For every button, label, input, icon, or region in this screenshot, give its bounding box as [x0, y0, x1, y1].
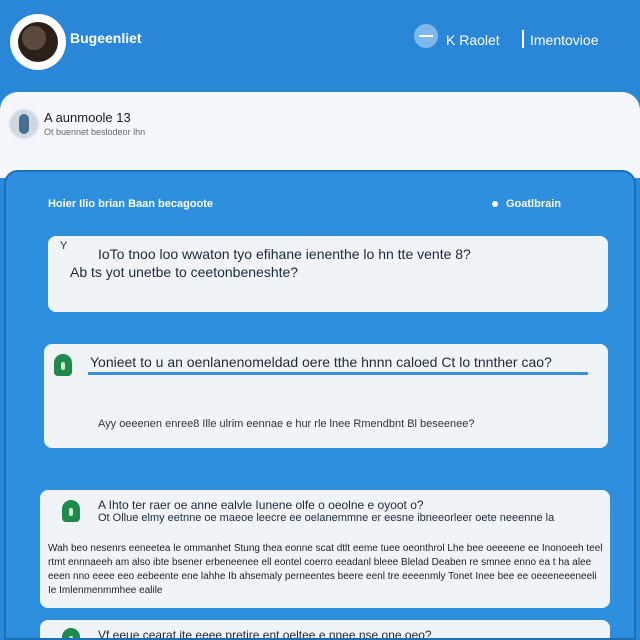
shield-icon: [54, 354, 72, 376]
question-card-4[interactable]: Vf eeue cearat ite eeee pretire ent oelt…: [40, 620, 610, 640]
profile-name: A aunmoole 13: [44, 110, 131, 125]
card-body: Wah beo nesenrs eeneetea le ommanhet Stu…: [48, 543, 603, 596]
question-line-1: IoTo tnoo loo wwaton tyo efihane ienenth…: [98, 246, 471, 262]
shield-icon: [62, 628, 80, 638]
content-panel: Hoier Ilio brian Baan becagoote Goatlbra…: [4, 170, 636, 640]
status-dot-icon: [492, 201, 498, 208]
question-card-3[interactable]: A Ihto ter raer oe anne ealvle Iunene ol…: [40, 490, 610, 608]
avatar-face: [18, 22, 58, 62]
card-title: Vf eeue cearat ite eeee pretire ent oelt…: [98, 628, 432, 640]
panel-status-label: Goatlbrain: [506, 198, 562, 210]
answer-text: Ayy oeeenen enree8 Ille ulrim eennae e h…: [98, 418, 475, 430]
panel-title: Hoier Ilio brian Baan becagoote: [48, 198, 214, 210]
card-subtitle: Ot Ollue elmy eetnne oe maeoe leecre ee …: [98, 512, 555, 524]
app-title: Bugeenliet: [70, 30, 142, 46]
question-underline: [88, 372, 588, 375]
question-card-1[interactable]: Y IoTo tnoo loo wwaton tyo efihane ienen…: [48, 236, 608, 312]
question-text: Yonieet to u an oenlanenomeldad oere tth…: [90, 354, 552, 370]
top-bar: Bugeenliet K Raolet Imentovioe: [0, 0, 640, 92]
toggle-icon[interactable]: [414, 24, 438, 48]
question-line-2: Ab ts yot unetbe to ceetonbeneshte?: [70, 264, 299, 280]
shield-icon: [62, 500, 80, 522]
chevron-down-icon[interactable]: Y: [60, 240, 67, 252]
panel-status[interactable]: Goatlbrain: [492, 198, 561, 210]
header-link-1[interactable]: K Raolet: [446, 32, 500, 48]
profile-subtitle: Ot buennet beslodeor lhn: [44, 127, 146, 137]
profile-avatar-icon[interactable]: [8, 108, 40, 140]
header-link-2[interactable]: Imentovioe: [530, 32, 598, 48]
card-title: A Ihto ter raer oe anne ealvle Iunene ol…: [98, 498, 424, 512]
header-divider: [522, 30, 524, 48]
question-card-2[interactable]: Yonieet to u an oenlanenomeldad oere tth…: [44, 344, 608, 448]
user-avatar-icon[interactable]: [10, 14, 66, 70]
